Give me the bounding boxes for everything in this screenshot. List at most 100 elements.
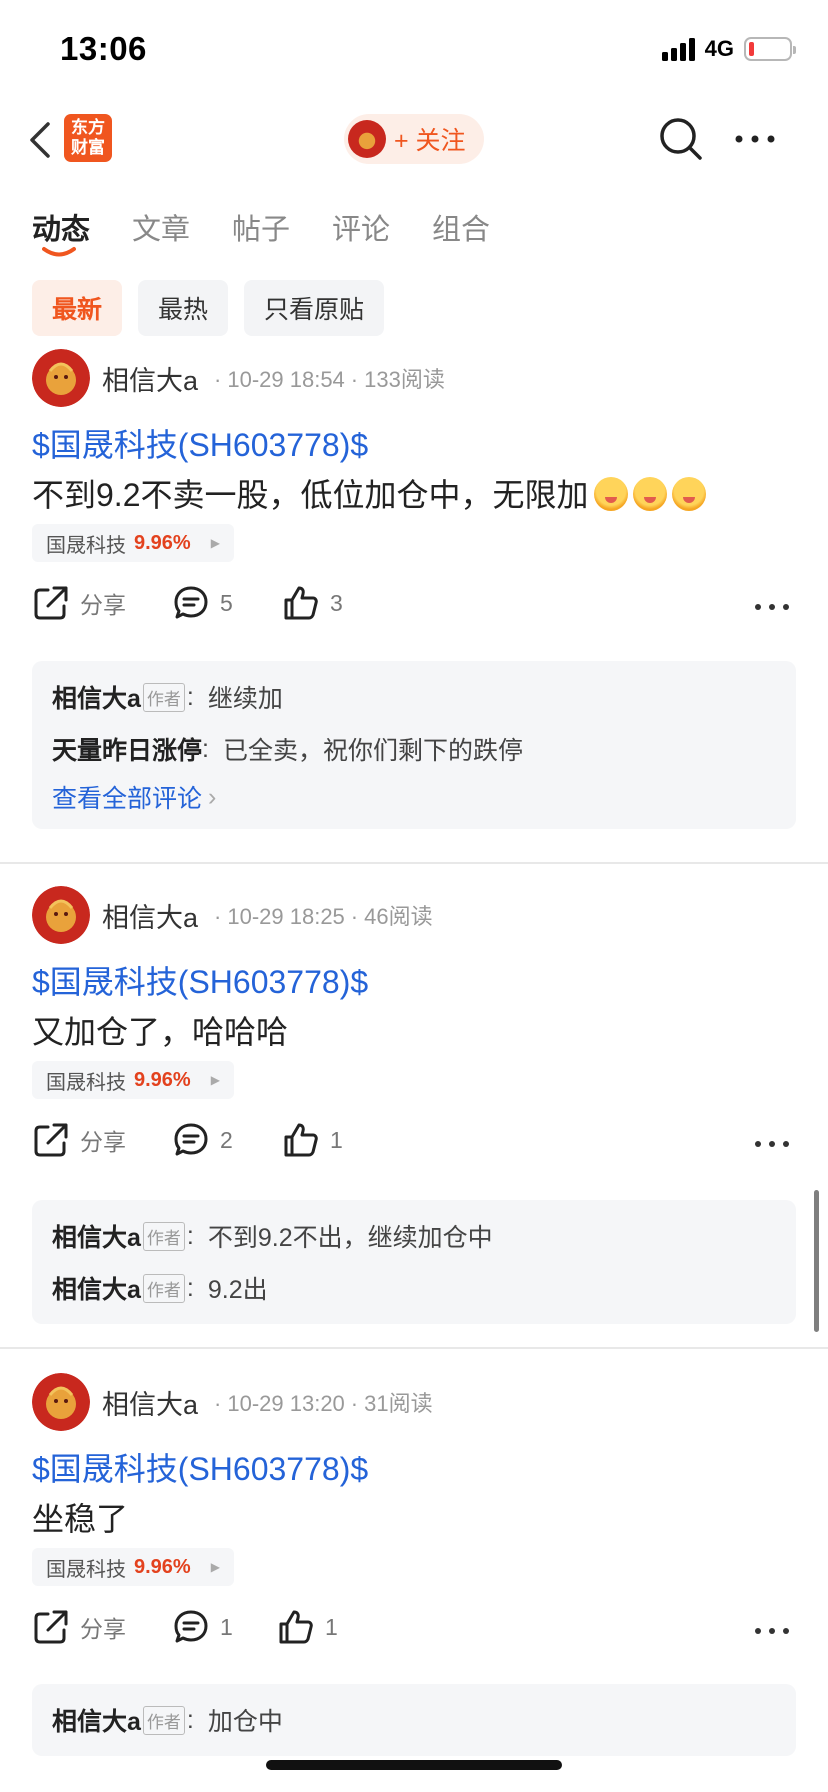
post-more-button[interactable] — [752, 1121, 792, 1167]
status-indicators: 4G — [661, 36, 796, 62]
home-indicator[interactable] — [266, 1760, 562, 1770]
tab-articles[interactable]: 文章 — [132, 206, 190, 248]
status-bar: 13:06 4G — [0, 0, 828, 100]
comment-author[interactable]: 相信大a — [52, 1218, 141, 1254]
stock-quote-tag[interactable]: 国晟科技 9.96% ▶ — [32, 524, 234, 562]
eastmoney-logo[interactable]: 东方 财富 — [64, 114, 112, 162]
more-horizontal-icon — [755, 1141, 789, 1147]
comment-icon — [174, 1610, 208, 1643]
post-content: 坐稳了 — [32, 1501, 129, 1537]
tab-portfolio[interactable]: 组合 — [432, 206, 490, 248]
comment-author[interactable]: 相信大a — [52, 679, 141, 715]
post-header: 相信大a · 10-29 18:25 · 46阅读 — [32, 885, 433, 945]
comment-item: 相信大a 作者 : 继续加 — [52, 671, 776, 723]
like-button[interactable]: 1 — [277, 1608, 338, 1646]
post-more-button[interactable] — [752, 1608, 792, 1654]
share-button[interactable]: 分享 — [32, 1608, 126, 1646]
filter-hottest[interactable]: 最热 — [138, 280, 229, 336]
stock-link[interactable]: $国晟科技(SH603778)$ — [32, 420, 368, 466]
play-triangle-icon: ▶ — [210, 1073, 220, 1087]
view-all-label: 查看全部评论 — [52, 785, 203, 813]
filter-original-only[interactable]: 只看原贴 — [244, 280, 385, 336]
share-icon — [34, 1123, 68, 1157]
stock-name: 国晟科技 — [46, 1558, 126, 1581]
comment-author[interactable]: 天量昨日涨停 — [52, 731, 202, 767]
comment-separator: : — [186, 1705, 194, 1734]
share-button[interactable]: 分享 — [32, 584, 126, 622]
battery-level — [749, 42, 754, 56]
scrollbar[interactable] — [814, 1190, 819, 1332]
comment-preview[interactable]: 相信大a 作者 : 加仓中 — [32, 1684, 796, 1756]
post-actions: 分享 5 3 — [32, 584, 792, 634]
comment-count: 5 — [220, 589, 233, 616]
post-time: 10-29 18:25 — [227, 904, 345, 929]
author-badge: 作者 — [142, 1705, 185, 1735]
username[interactable]: 相信大a — [102, 359, 198, 398]
share-button[interactable]: 分享 — [32, 1121, 126, 1159]
status-time: 13:06 — [60, 30, 147, 67]
read-count: 46阅读 — [364, 904, 433, 929]
thumbs-up-icon — [284, 1123, 318, 1157]
read-count: 133阅读 — [364, 367, 445, 392]
comment-button[interactable]: 1 — [172, 1608, 233, 1646]
comment-button[interactable]: 2 — [172, 1121, 233, 1159]
like-button[interactable]: 1 — [282, 1121, 343, 1159]
active-tab-indicator — [42, 247, 76, 257]
comment-separator: : — [186, 682, 194, 711]
comment-text: 已全卖，祝你们剩下的跌停 — [222, 737, 523, 765]
play-triangle-icon: ▶ — [210, 1560, 220, 1574]
filter-latest[interactable]: 最新 — [32, 280, 123, 336]
post-more-button[interactable] — [752, 584, 792, 630]
divider — [0, 1347, 828, 1349]
shushing-face-emoji-icon — [671, 477, 706, 511]
more-horizontal-icon — [755, 1628, 789, 1634]
comment-preview[interactable]: 相信大a 作者 : 不到9.2不出，继续加仓中 相信大a 作者 : 9.2出 — [32, 1200, 796, 1324]
post-content: 不到9.2不卖一股，低位加仓中，无限加 — [32, 470, 706, 516]
stock-link[interactable]: $国晟科技(SH603778)$ — [32, 957, 368, 1003]
username[interactable]: 相信大a — [102, 896, 198, 935]
more-horizontal-icon — [735, 135, 775, 143]
comment-author[interactable]: 相信大a — [52, 1270, 141, 1306]
share-label: 分享 — [80, 592, 126, 618]
like-count: 1 — [325, 1613, 338, 1640]
search-button[interactable] — [658, 116, 704, 162]
view-all-comments-link[interactable]: 查看全部评论 › — [52, 775, 776, 819]
follow-button[interactable]: + 关注 — [344, 114, 484, 164]
cellular-signal-icon — [661, 37, 695, 61]
comment-text: 9.2出 — [207, 1276, 268, 1304]
post-card[interactable]: 相信大a · 10-29 18:25 · 46阅读 $国晟科技(SH603778)$ … — [0, 885, 828, 1325]
post-card[interactable]: 相信大a · 10-29 18:54 · 133阅读 $国晟科技(SH603778)$… — [0, 348, 828, 848]
avatar[interactable] — [32, 886, 90, 944]
like-button[interactable]: 3 — [282, 584, 343, 622]
comment-separator: : — [186, 1221, 194, 1250]
shushing-face-emoji-icon — [593, 477, 628, 511]
author-badge: 作者 — [142, 1221, 185, 1251]
tab-comments[interactable]: 评论 — [332, 206, 390, 248]
author-badge: 作者 — [142, 1273, 185, 1303]
post-card[interactable]: 相信大a · 10-29 13:20 · 31阅读 $国晟科技(SH603778)$ … — [0, 1372, 828, 1756]
post-actions: 分享 1 1 — [32, 1608, 792, 1658]
username[interactable]: 相信大a — [102, 1383, 198, 1422]
comment-preview[interactable]: 相信大a 作者 : 继续加 天量昨日涨停 : 已全卖，祝你们剩下的跌停 查看全部… — [32, 661, 796, 829]
stock-name: 国晟科技 — [46, 534, 126, 557]
more-button[interactable] — [733, 116, 777, 162]
comment-text: 不到9.2不出，继续加仓中 — [207, 1224, 493, 1252]
tab-posts[interactable]: 帖子 — [232, 206, 290, 248]
stock-change: 9.96% — [134, 1068, 191, 1091]
share-label: 分享 — [80, 1129, 126, 1155]
stock-quote-tag[interactable]: 国晟科技 9.96% ▶ — [32, 1061, 234, 1099]
stock-quote-tag[interactable]: 国晟科技 9.96% ▶ — [32, 1548, 234, 1586]
dragon-avatar-icon — [32, 349, 90, 407]
stock-change: 9.96% — [134, 1555, 191, 1578]
comment-item: 天量昨日涨停 : 已全卖，祝你们剩下的跌停 — [52, 723, 776, 775]
like-count: 1 — [330, 1126, 343, 1153]
comment-button[interactable]: 5 — [172, 584, 233, 622]
comment-item: 相信大a 作者 : 9.2出 — [52, 1262, 776, 1314]
avatar[interactable] — [32, 1373, 90, 1431]
back-button[interactable] — [26, 120, 56, 160]
avatar[interactable] — [32, 349, 90, 407]
post-content: 又加仓了，哈哈哈 — [32, 1014, 289, 1050]
tab-dynamics[interactable]: 动态 — [32, 206, 90, 248]
stock-link[interactable]: $国晟科技(SH603778)$ — [32, 1444, 368, 1490]
comment-author[interactable]: 相信大a — [52, 1702, 141, 1738]
